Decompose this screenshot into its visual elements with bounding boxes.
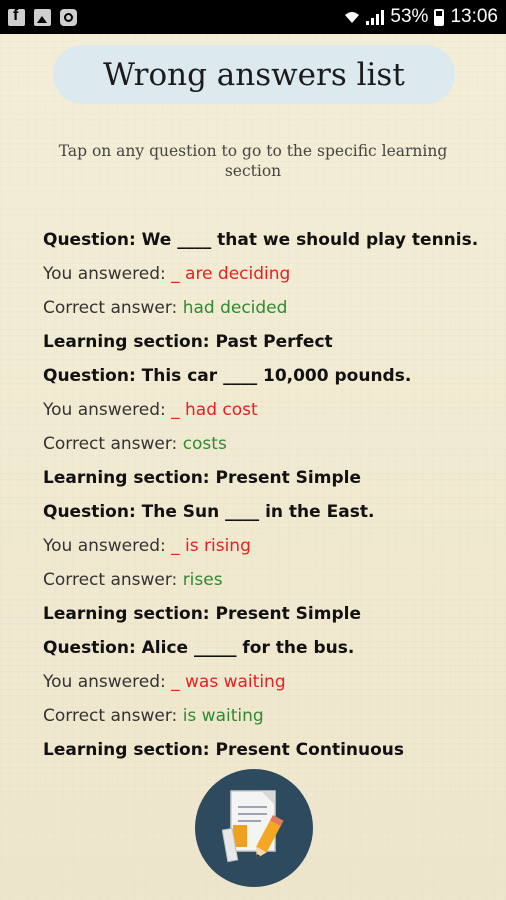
learning-section: Learning section: Present Continuous bbox=[43, 740, 405, 760]
list-item[interactable]: Question: This car ____ 10,000 pounds. Y… bbox=[43, 359, 483, 495]
question-text[interactable]: Question: The Sun ____ in the East. bbox=[43, 495, 483, 529]
answered-label: You answered: bbox=[43, 536, 172, 556]
learning-section: Learning section: Present Simple bbox=[43, 468, 361, 488]
title-banner: Wrong answers list bbox=[53, 45, 455, 104]
signal-icon bbox=[366, 9, 385, 25]
correct-answer: is waiting bbox=[182, 706, 264, 726]
clock: 13:06 bbox=[450, 6, 498, 27]
correct-answer: had decided bbox=[182, 298, 288, 318]
notes-button[interactable] bbox=[195, 769, 313, 887]
correct-label: Correct answer: bbox=[43, 434, 183, 454]
correct-label: Correct answer: bbox=[43, 298, 183, 318]
wrong-answer: _ was waiting bbox=[171, 672, 286, 692]
question-text[interactable]: Question: Alice _____ for the bus. bbox=[43, 631, 483, 665]
wrong-answer: _ had cost bbox=[171, 400, 258, 420]
answered-label: You answered: bbox=[43, 264, 172, 284]
battery-icon bbox=[434, 8, 445, 26]
question-text[interactable]: Question: This car ____ 10,000 pounds. bbox=[43, 359, 483, 393]
notes-pencil-icon bbox=[221, 790, 284, 863]
learning-section: Learning section: Past Perfect bbox=[43, 332, 333, 352]
list-item[interactable]: Question: Alice _____ for the bus. You a… bbox=[43, 631, 483, 767]
answered-row: You answered: _ are deciding bbox=[43, 257, 483, 291]
facebook-icon bbox=[8, 7, 25, 26]
app-icon bbox=[60, 8, 77, 26]
correct-label: Correct answer: bbox=[43, 706, 183, 726]
battery-percent: 53% bbox=[390, 6, 429, 27]
wrong-answers-list: Question: We ____ that we should play te… bbox=[43, 223, 483, 767]
instruction-text: Tap on any question to go to the specifi… bbox=[58, 142, 448, 180]
answered-label: You answered: bbox=[43, 400, 172, 420]
answered-row: You answered: _ was waiting bbox=[43, 665, 483, 699]
answered-row: You answered: _ had cost bbox=[43, 393, 483, 427]
answered-label: You answered: bbox=[43, 672, 172, 692]
correct-label: Correct answer: bbox=[43, 570, 183, 590]
wrong-answer: _ are deciding bbox=[171, 264, 291, 284]
correct-row: Correct answer: is waiting bbox=[43, 699, 483, 733]
correct-answer: rises bbox=[182, 570, 223, 590]
correct-row: Correct answer: had decided bbox=[43, 291, 483, 325]
wrong-answer: _ is rising bbox=[171, 536, 251, 556]
wifi-icon bbox=[345, 12, 360, 23]
correct-answer: costs bbox=[182, 434, 227, 454]
question-text[interactable]: Question: We ____ that we should play te… bbox=[43, 223, 483, 257]
status-bar: 53% 13:06 bbox=[0, 0, 506, 34]
learning-section: Learning section: Present Simple bbox=[43, 604, 361, 624]
list-item[interactable]: Question: The Sun ____ in the East. You … bbox=[43, 495, 483, 631]
correct-row: Correct answer: rises bbox=[43, 563, 483, 597]
list-item[interactable]: Question: We ____ that we should play te… bbox=[43, 223, 483, 359]
answered-row: You answered: _ is rising bbox=[43, 529, 483, 563]
page-title: Wrong answers list bbox=[103, 56, 405, 93]
gallery-icon bbox=[34, 8, 51, 26]
correct-row: Correct answer: costs bbox=[43, 427, 483, 461]
